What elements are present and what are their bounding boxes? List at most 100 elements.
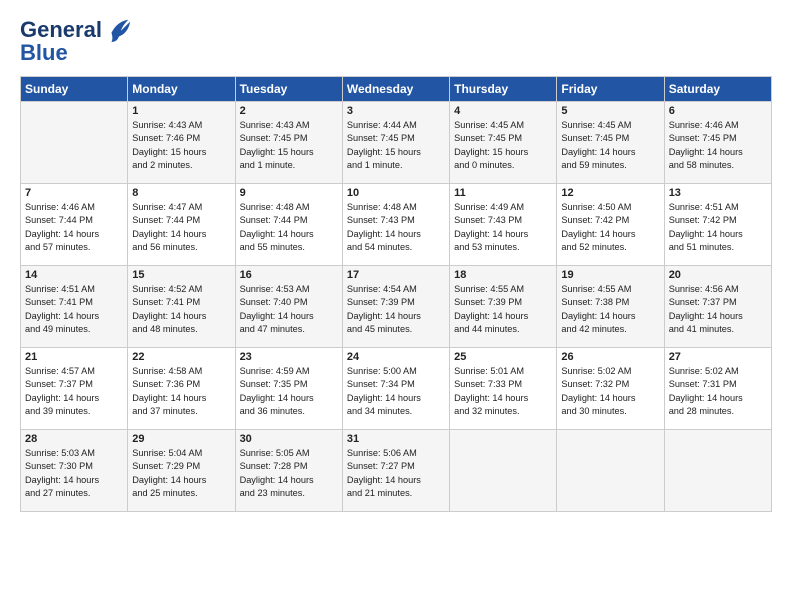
- logo-bird-icon: [104, 16, 132, 44]
- day-info: Sunrise: 4:46 AMSunset: 7:44 PMDaylight:…: [25, 201, 123, 254]
- day-info: Sunrise: 4:43 AMSunset: 7:46 PMDaylight:…: [132, 119, 230, 172]
- calendar-cell: 10 Sunrise: 4:48 AMSunset: 7:43 PMDayligh…: [342, 184, 449, 266]
- day-info: Sunrise: 4:47 AMSunset: 7:44 PMDaylight:…: [132, 201, 230, 254]
- calendar-cell: 31 Sunrise: 5:06 AMSunset: 7:27 PMDayligh…: [342, 430, 449, 512]
- day-number: 13: [669, 187, 767, 199]
- day-number: 14: [25, 269, 123, 281]
- calendar-cell: 14 Sunrise: 4:51 AMSunset: 7:41 PMDayligh…: [21, 266, 128, 348]
- day-info: Sunrise: 4:53 AMSunset: 7:40 PMDaylight:…: [240, 283, 338, 336]
- day-info: Sunrise: 5:04 AMSunset: 7:29 PMDaylight:…: [132, 447, 230, 500]
- calendar-cell: 21 Sunrise: 4:57 AMSunset: 7:37 PMDayligh…: [21, 348, 128, 430]
- day-info: Sunrise: 5:05 AMSunset: 7:28 PMDaylight:…: [240, 447, 338, 500]
- calendar-cell: 26Sunrise: 5:02 AMSunset: 7:32 PMDayligh…: [557, 348, 664, 430]
- calendar-table: SundayMondayTuesdayWednesdayThursdayFrid…: [20, 76, 772, 512]
- day-info: Sunrise: 4:55 AMSunset: 7:39 PMDaylight:…: [454, 283, 552, 336]
- day-number: 7: [25, 187, 123, 199]
- day-number: 29: [132, 433, 230, 445]
- logo: General Blue: [20, 16, 132, 66]
- day-number: 4: [454, 105, 552, 117]
- calendar-cell: 8 Sunrise: 4:47 AMSunset: 7:44 PMDaylight…: [128, 184, 235, 266]
- day-number: 19: [561, 269, 659, 281]
- day-info: Sunrise: 4:50 AMSunset: 7:42 PMDaylight:…: [561, 201, 659, 254]
- day-number: 22: [132, 351, 230, 363]
- day-number: 27: [669, 351, 767, 363]
- day-info: Sunrise: 4:43 AMSunset: 7:45 PMDaylight:…: [240, 119, 338, 172]
- calendar-cell: 7 Sunrise: 4:46 AMSunset: 7:44 PMDaylight…: [21, 184, 128, 266]
- calendar-cell: 13 Sunrise: 4:51 AMSunset: 7:42 PMDayligh…: [664, 184, 771, 266]
- day-number: 12: [561, 187, 659, 199]
- calendar-cell: 1 Sunrise: 4:43 AMSunset: 7:46 PMDaylight…: [128, 102, 235, 184]
- calendar-cell: 27 Sunrise: 5:02 AMSunset: 7:31 PMDayligh…: [664, 348, 771, 430]
- page: General Blue SundayMondayTuesdayWednesda…: [0, 0, 792, 522]
- calendar-cell: 30 Sunrise: 5:05 AMSunset: 7:28 PMDayligh…: [235, 430, 342, 512]
- day-number: 3: [347, 105, 445, 117]
- day-number: 28: [25, 433, 123, 445]
- day-number: 15: [132, 269, 230, 281]
- day-info: Sunrise: 4:59 AMSunset: 7:35 PMDaylight:…: [240, 365, 338, 418]
- day-number: 16: [240, 269, 338, 281]
- calendar-week-1: 1 Sunrise: 4:43 AMSunset: 7:46 PMDaylight…: [21, 102, 772, 184]
- day-info: Sunrise: 4:58 AMSunset: 7:36 PMDaylight:…: [132, 365, 230, 418]
- day-info: Sunrise: 4:56 AMSunset: 7:37 PMDaylight:…: [669, 283, 767, 336]
- day-info: Sunrise: 4:52 AMSunset: 7:41 PMDaylight:…: [132, 283, 230, 336]
- day-number: 24: [347, 351, 445, 363]
- day-info: Sunrise: 4:57 AMSunset: 7:37 PMDaylight:…: [25, 365, 123, 418]
- day-number: 6: [669, 105, 767, 117]
- day-info: Sunrise: 4:45 AMSunset: 7:45 PMDaylight:…: [561, 119, 659, 172]
- day-info: Sunrise: 4:51 AMSunset: 7:42 PMDaylight:…: [669, 201, 767, 254]
- calendar-cell: 16 Sunrise: 4:53 AMSunset: 7:40 PMDayligh…: [235, 266, 342, 348]
- calendar-cell: 22 Sunrise: 4:58 AMSunset: 7:36 PMDayligh…: [128, 348, 235, 430]
- day-info: Sunrise: 5:02 AMSunset: 7:31 PMDaylight:…: [669, 365, 767, 418]
- day-info: Sunrise: 5:02 AMSunset: 7:32 PMDaylight:…: [561, 365, 659, 418]
- day-info: Sunrise: 5:03 AMSunset: 7:30 PMDaylight:…: [25, 447, 123, 500]
- day-header-tuesday: Tuesday: [235, 77, 342, 102]
- calendar-cell: 20 Sunrise: 4:56 AMSunset: 7:37 PMDayligh…: [664, 266, 771, 348]
- day-number: 11: [454, 187, 552, 199]
- calendar-cell: [21, 102, 128, 184]
- calendar-cell: 29 Sunrise: 5:04 AMSunset: 7:29 PMDayligh…: [128, 430, 235, 512]
- day-number: 8: [132, 187, 230, 199]
- calendar-cell: 12 Sunrise: 4:50 AMSunset: 7:42 PMDayligh…: [557, 184, 664, 266]
- calendar-cell: [664, 430, 771, 512]
- day-info: Sunrise: 4:55 AMSunset: 7:38 PMDaylight:…: [561, 283, 659, 336]
- calendar-cell: 15 Sunrise: 4:52 AMSunset: 7:41 PMDayligh…: [128, 266, 235, 348]
- day-info: Sunrise: 4:49 AMSunset: 7:43 PMDaylight:…: [454, 201, 552, 254]
- calendar-cell: [450, 430, 557, 512]
- day-number: 21: [25, 351, 123, 363]
- day-number: 5: [561, 105, 659, 117]
- day-header-monday: Monday: [128, 77, 235, 102]
- logo-text: General: [20, 18, 102, 42]
- day-number: 20: [669, 269, 767, 281]
- day-info: Sunrise: 4:51 AMSunset: 7:41 PMDaylight:…: [25, 283, 123, 336]
- day-info: Sunrise: 4:54 AMSunset: 7:39 PMDaylight:…: [347, 283, 445, 336]
- day-info: Sunrise: 5:06 AMSunset: 7:27 PMDaylight:…: [347, 447, 445, 500]
- calendar-week-4: 21 Sunrise: 4:57 AMSunset: 7:37 PMDayligh…: [21, 348, 772, 430]
- day-info: Sunrise: 5:00 AMSunset: 7:34 PMDaylight:…: [347, 365, 445, 418]
- day-header-saturday: Saturday: [664, 77, 771, 102]
- day-number: 31: [347, 433, 445, 445]
- day-info: Sunrise: 4:45 AMSunset: 7:45 PMDaylight:…: [454, 119, 552, 172]
- day-number: 30: [240, 433, 338, 445]
- calendar-cell: 11 Sunrise: 4:49 AMSunset: 7:43 PMDayligh…: [450, 184, 557, 266]
- day-header-sunday: Sunday: [21, 77, 128, 102]
- calendar-cell: 3Sunrise: 4:44 AMSunset: 7:45 PMDaylight…: [342, 102, 449, 184]
- calendar-header-row: SundayMondayTuesdayWednesdayThursdayFrid…: [21, 77, 772, 102]
- calendar-cell: 18Sunrise: 4:55 AMSunset: 7:39 PMDayligh…: [450, 266, 557, 348]
- calendar-week-3: 14 Sunrise: 4:51 AMSunset: 7:41 PMDayligh…: [21, 266, 772, 348]
- day-header-wednesday: Wednesday: [342, 77, 449, 102]
- calendar-week-5: 28 Sunrise: 5:03 AMSunset: 7:30 PMDayligh…: [21, 430, 772, 512]
- header: General Blue: [20, 16, 772, 66]
- day-number: 1: [132, 105, 230, 117]
- day-number: 25: [454, 351, 552, 363]
- day-info: Sunrise: 4:48 AMSunset: 7:44 PMDaylight:…: [240, 201, 338, 254]
- calendar-cell: 24 Sunrise: 5:00 AMSunset: 7:34 PMDayligh…: [342, 348, 449, 430]
- calendar-cell: 25 Sunrise: 5:01 AMSunset: 7:33 PMDayligh…: [450, 348, 557, 430]
- day-header-thursday: Thursday: [450, 77, 557, 102]
- day-info: Sunrise: 4:48 AMSunset: 7:43 PMDaylight:…: [347, 201, 445, 254]
- calendar-cell: 28 Sunrise: 5:03 AMSunset: 7:30 PMDayligh…: [21, 430, 128, 512]
- day-info: Sunrise: 5:01 AMSunset: 7:33 PMDaylight:…: [454, 365, 552, 418]
- day-number: 17: [347, 269, 445, 281]
- day-number: 10: [347, 187, 445, 199]
- day-number: 2: [240, 105, 338, 117]
- calendar-cell: 2 Sunrise: 4:43 AMSunset: 7:45 PMDaylight…: [235, 102, 342, 184]
